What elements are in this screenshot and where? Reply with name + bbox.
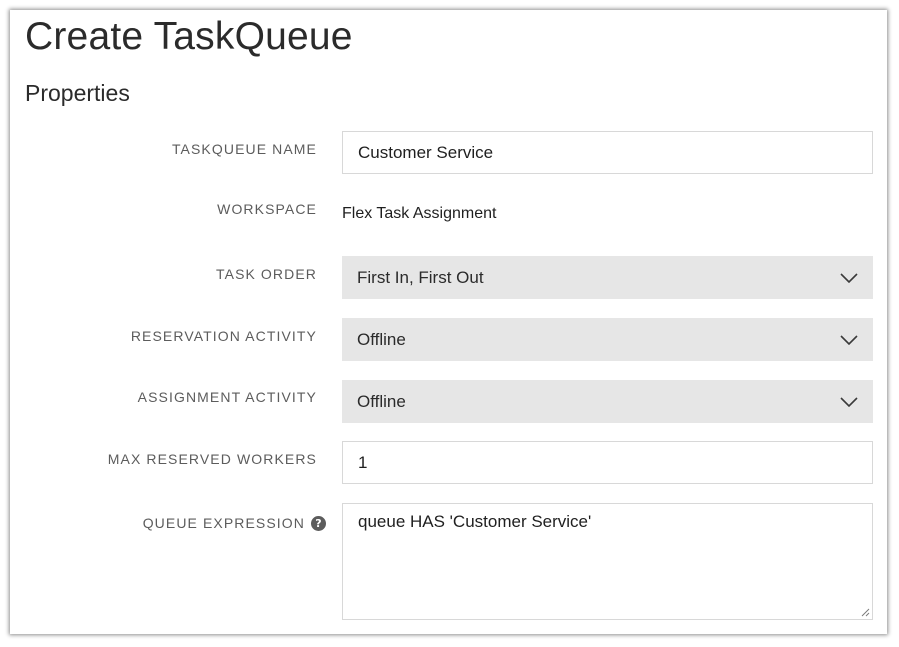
question-circle-icon[interactable]: ? (311, 515, 326, 531)
taskqueue-name-input[interactable]: Customer Service (342, 131, 873, 174)
create-taskqueue-panel: Create TaskQueue Properties TASKQUEUE NA… (10, 10, 887, 634)
reservation-activity-select[interactable]: Offline (342, 318, 873, 361)
reservation-activity-label-text: RESERVATION ACTIVITY (130, 328, 317, 344)
workspace-value: Flex Task Assignment (342, 205, 497, 222)
queue-expression-textarea[interactable]: queue HAS 'Customer Service' (342, 503, 873, 620)
chevron-down-icon (840, 396, 858, 407)
max-reserved-workers-label: MAX RESERVED WORKERS (108, 451, 317, 467)
taskqueue-name-label: TASKQUEUE NAME (172, 141, 317, 157)
workspace-label-text: WORKSPACE (217, 201, 317, 217)
max-reserved-workers-label-text: MAX RESERVED WORKERS (107, 451, 317, 467)
taskqueue-name-label-text: TASKQUEUE NAME (171, 141, 317, 157)
assignment-activity-select[interactable]: Offline (342, 380, 873, 423)
workspace-label: WORKSPACE (217, 201, 317, 217)
max-reserved-workers-input[interactable]: 1 (342, 441, 873, 484)
task-order-label-text: TASK ORDER (216, 266, 317, 282)
task-order-select[interactable]: First In, First Out (342, 256, 873, 299)
reservation-activity-label: RESERVATION ACTIVITY (131, 328, 317, 344)
max-reserved-workers-value: 1 (358, 452, 368, 472)
page-title: Create TaskQueue (25, 15, 353, 58)
assignment-activity-selected: Offline (357, 391, 406, 411)
section-title: Properties (25, 80, 130, 106)
chevron-down-icon (840, 272, 858, 283)
reservation-activity-selected: Offline (357, 329, 406, 349)
queue-expression-label: QUEUE EXPRESSION ? (143, 515, 326, 531)
task-order-selected: First In, First Out (357, 267, 484, 287)
taskqueue-name-value: Customer Service (358, 142, 494, 162)
chevron-down-icon (840, 334, 858, 345)
assignment-activity-label: ASSIGNMENT ACTIVITY (138, 389, 317, 405)
queue-expression-value: queue HAS 'Customer Service' (358, 512, 592, 531)
task-order-label: TASK ORDER (216, 266, 317, 282)
queue-expression-label-text: QUEUE EXPRESSION (142, 515, 305, 531)
assignment-activity-label-text: ASSIGNMENT ACTIVITY (137, 389, 317, 405)
resize-grip-icon[interactable] (860, 607, 870, 617)
